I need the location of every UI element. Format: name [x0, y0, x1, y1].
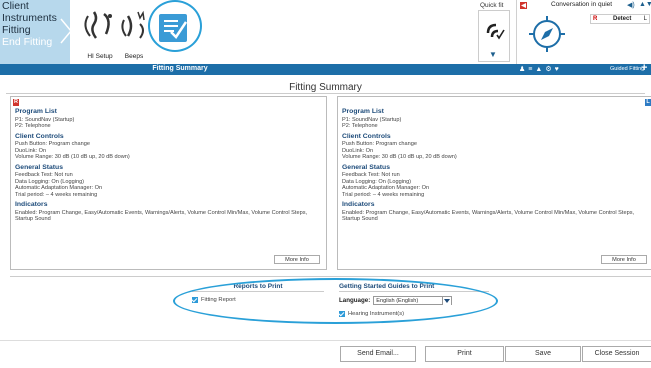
client-controls-heading: Client Controls: [342, 132, 391, 140]
chevron-down-icon[interactable]: ▼: [489, 50, 497, 59]
settings-icon[interactable]: ⚙: [545, 66, 554, 73]
quick-fit-label: Quick fit: [480, 2, 504, 9]
status-icons: ♟≡▲⚙♥: [519, 65, 562, 73]
hearing-aid-red-icon: [520, 2, 527, 9]
heart-icon[interactable]: ♥: [555, 66, 562, 73]
workflow-nav: Client Instruments Fitting End Fitting: [0, 0, 72, 64]
page-title: Fitting Summary: [289, 82, 362, 93]
left-ear-summary-body: Program List P1: SoundNav (Startup) P2: …: [342, 108, 649, 223]
client-control-item: Volume Range: 30 dB (10 dB up, 20 dB dow…: [15, 154, 130, 160]
detect-label: Detect: [613, 16, 632, 22]
highlight-circle-reports: [173, 278, 498, 324]
detect-indicator[interactable]: R Detect L: [590, 14, 650, 24]
warning-icon[interactable]: ▲: [535, 66, 545, 73]
hi-setup-tool[interactable]: HI Setup: [80, 6, 120, 60]
quick-fit-icon: [486, 23, 505, 40]
hi-setup-label: HI Setup: [87, 53, 113, 60]
guided-fitting-label[interactable]: Guided Fitting: [610, 66, 644, 72]
program-list-heading: Program List: [15, 108, 57, 115]
client-controls-heading: Client Controls: [15, 132, 64, 140]
client-control-item: Volume Range: 30 dB (10 dB up, 20 dB dow…: [342, 154, 457, 160]
beeps-tool[interactable]: Beeps: [116, 6, 152, 60]
general-status-item: Trial period: – 4 weeks remaining: [15, 191, 98, 198]
detect-left-label: L: [643, 16, 647, 22]
fitting-summary-screen: Client Instruments Fitting End Fitting H…: [0, 0, 651, 368]
person-status-icon[interactable]: ♟: [519, 66, 528, 73]
title-bar-text: Fitting Summary: [152, 65, 208, 72]
title-divider: [6, 93, 645, 94]
beeps-icon: [121, 10, 145, 39]
indicators-heading: Indicators: [15, 201, 48, 208]
beeps-label: Beeps: [124, 53, 144, 60]
plus-icon[interactable]: +: [641, 62, 647, 74]
indicators-item: Enabled: Program Change, Easy/Automatic …: [15, 209, 308, 223]
nav-chevron-icon: [60, 18, 72, 44]
compass-icon[interactable]: [527, 14, 567, 54]
close-session-button[interactable]: Close Session: [582, 346, 651, 362]
more-info-button[interactable]: More Info: [601, 255, 647, 264]
highlight-circle-top: [148, 0, 202, 52]
nav-step-client[interactable]: Client: [0, 0, 70, 12]
general-status-heading: General Status: [15, 163, 63, 171]
indicators-item: Enabled: Program Change, Easy/Automatic …: [342, 209, 635, 223]
side-tag-left: L: [645, 99, 651, 106]
left-ear-summary-panel: L Program List P1: SoundNav (Startup) P2…: [337, 96, 651, 270]
footer-divider: [0, 340, 651, 341]
side-tag-right: R: [13, 99, 19, 106]
volume-icon[interactable]: ◀): [627, 1, 635, 9]
indicators-heading: Indicators: [342, 201, 375, 208]
send-email-button[interactable]: Send Email...: [340, 346, 416, 362]
program-item: P2: Telephone: [15, 123, 51, 129]
print-button[interactable]: Print: [425, 346, 504, 362]
program-status-row[interactable]: Conversation in quiet ◀) ▲▼: [517, 0, 651, 11]
program-item: P2: Telephone: [342, 123, 378, 129]
person-icon[interactable]: ▲▼: [639, 1, 651, 8]
top-toolbar: Client Instruments Fitting End Fitting H…: [0, 0, 651, 64]
connection-panel: Conversation in quiet ◀) ▲▼ R Detect L: [516, 0, 651, 64]
program-status-text: Conversation in quiet: [551, 1, 613, 8]
general-status-item: Trial period: – 4 weeks remaining: [342, 191, 425, 198]
title-bar: Fitting Summary ♟≡▲⚙♥ Guided Fitting +: [0, 62, 651, 75]
save-button[interactable]: Save: [505, 346, 581, 362]
right-ear-summary-panel: R Program List P1: SoundNav (Startup) P2…: [10, 96, 327, 270]
general-status-heading: General Status: [342, 163, 390, 171]
quick-fit-button[interactable]: ▼: [478, 10, 510, 62]
right-ear-summary-body: Program List P1: SoundNav (Startup) P2: …: [15, 108, 322, 223]
hi-setup-icon: [84, 11, 112, 39]
detect-right-label: R: [593, 16, 598, 22]
more-info-button[interactable]: More Info: [274, 255, 320, 264]
program-list-heading: Program List: [342, 108, 384, 115]
